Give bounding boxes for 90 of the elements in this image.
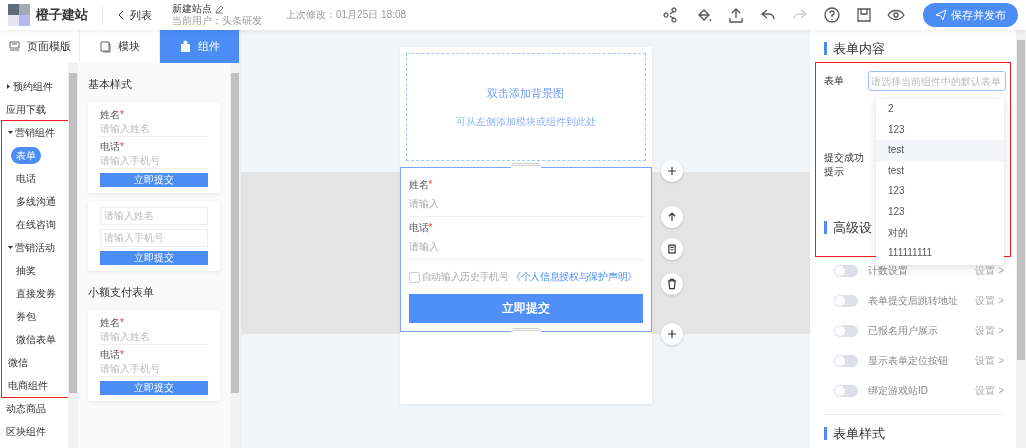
setting-label: 绑定游戏站ID — [868, 384, 929, 398]
nav-item[interactable]: 动态商品 — [0, 397, 68, 420]
setting-label: 表单提交后跳转地址 — [868, 294, 959, 308]
back-link[interactable]: 列表 — [117, 7, 152, 23]
dropdown-option[interactable]: 123 — [876, 119, 1004, 141]
brand-name: 橙子建站 — [36, 6, 88, 24]
field-label: 电话 — [100, 349, 120, 360]
setting-label: 已报名用户展示 — [868, 324, 939, 338]
field-label: 姓名 — [100, 109, 120, 120]
checkbox-label: 自动输入历史手机号 — [421, 270, 509, 284]
last-modified: 上次修改：01月25日 18:08 — [286, 8, 407, 22]
template-card[interactable]: 姓名* 请输入姓名 电话* 请输入手机号 立即提交 — [88, 310, 220, 401]
required-mark: * — [120, 317, 124, 328]
puzzle-icon — [179, 40, 192, 53]
input-field: 请输入手机号 — [100, 362, 208, 377]
dropdown-option[interactable]: test — [876, 160, 1004, 182]
toggle-switch[interactable] — [834, 265, 858, 277]
dropdown-option[interactable]: 2 — [876, 99, 1004, 120]
setting-label: 显示表单定位按钮 — [868, 354, 949, 368]
field-label: 姓名 — [100, 317, 120, 328]
input-field: 请输入姓名 — [100, 122, 208, 137]
field-label: 电话 — [100, 141, 120, 152]
field-label: 电话 — [408, 222, 429, 233]
dropdown-option[interactable]: 123 — [876, 201, 1004, 223]
toggle-switch[interactable] — [834, 385, 858, 397]
nav-subitem[interactable]: 电话 — [2, 167, 68, 190]
required-mark: * — [120, 349, 124, 360]
edit-icon[interactable] — [215, 4, 224, 14]
toggle-switch[interactable] — [834, 355, 858, 367]
nav-item[interactable]: 电商组件 — [2, 374, 68, 397]
scrollbar[interactable] — [1016, 30, 1026, 448]
required-mark: * — [120, 109, 124, 120]
field-label: 姓名 — [408, 179, 429, 190]
form-block[interactable]: 姓名* 请输入 电话* 请输入 自动输入历史手机号 《个人信息授权与保护声明》 立即提交 — [399, 167, 652, 332]
required-mark: * — [120, 141, 124, 152]
privacy-link[interactable]: 《个人信息授权与保护声明》 — [510, 270, 637, 284]
nav-subitem[interactable]: 直接发券 — [2, 282, 68, 305]
dropdown-option[interactable]: 111111111 — [876, 243, 1004, 264]
template-card[interactable]: 姓名* 请输入姓名 电话* 请输入手机号 立即提交 — [88, 102, 220, 193]
upload-icon[interactable] — [727, 6, 745, 24]
scrollbar[interactable] — [230, 63, 240, 448]
help-icon[interactable] — [823, 6, 841, 24]
current-user: 当前用户：头条研发 — [172, 15, 262, 27]
section-heading: 表单样式 — [824, 427, 1004, 440]
nav-item[interactable]: 营销活动 — [2, 236, 68, 259]
hint-text: 可从左侧添加模块或组件到此处 — [455, 114, 596, 129]
dropdown-option[interactable]: 123 — [876, 181, 1004, 202]
nav-item[interactable]: 营销组件 — [2, 121, 68, 144]
input-field: 请输入姓名 — [100, 330, 208, 345]
section-heading: 小额支付表单 — [88, 285, 155, 300]
dropdown-option[interactable]: test — [876, 140, 1004, 161]
nav-item[interactable]: 预约组件 — [0, 75, 68, 98]
nav-subitem[interactable]: 微信表单 — [2, 328, 68, 351]
plus-icon — [665, 164, 679, 178]
copy-icon — [665, 242, 679, 256]
required-mark: * — [428, 179, 433, 190]
plus-icon — [665, 327, 679, 341]
section-heading: 表单内容 — [824, 42, 1004, 55]
add-button[interactable] — [661, 160, 683, 182]
trash-icon — [665, 277, 679, 291]
nav-subitem[interactable]: 多线沟通 — [2, 190, 68, 213]
checkbox[interactable] — [408, 271, 420, 283]
nav-subitem[interactable]: 抽奖 — [2, 259, 68, 282]
required-mark: * — [428, 222, 433, 233]
setting-label: 计数设置 — [868, 264, 909, 278]
add-background-text: 双击添加背景图 — [487, 85, 564, 101]
field-label: 提交成功提示 — [824, 151, 864, 179]
submit-button: 立即提交 — [100, 381, 208, 395]
nav-subitem[interactable]: 券包 — [2, 305, 68, 328]
nav-subitem[interactable]: 在线咨询 — [2, 213, 68, 236]
submit-button: 立即提交 — [100, 173, 208, 187]
chevron-left-icon — [117, 10, 125, 20]
logo-icon — [8, 4, 30, 26]
nav-item[interactable]: 应用下载 — [0, 98, 68, 121]
toggle-switch[interactable] — [834, 295, 858, 307]
scrollbar[interactable] — [68, 63, 78, 448]
section-heading: 基本样式 — [88, 77, 133, 92]
nav-item[interactable]: 区块组件 — [0, 420, 68, 443]
layout-icon — [8, 40, 21, 53]
submit-button: 立即提交 — [100, 251, 208, 265]
input-field: 请输入姓名 — [100, 207, 208, 225]
paper-plane-icon — [935, 9, 947, 21]
add-button[interactable] — [661, 323, 683, 345]
input-field: 请输入手机号 — [100, 154, 208, 169]
field-label: 表单 — [824, 74, 845, 88]
site-title: 新建站点 — [172, 3, 212, 15]
toggle-switch[interactable] — [834, 325, 858, 337]
input-field: 请输入手机号 — [100, 229, 208, 247]
save-icon[interactable] — [855, 6, 873, 24]
nav-item[interactable]: 微信 — [2, 351, 68, 374]
